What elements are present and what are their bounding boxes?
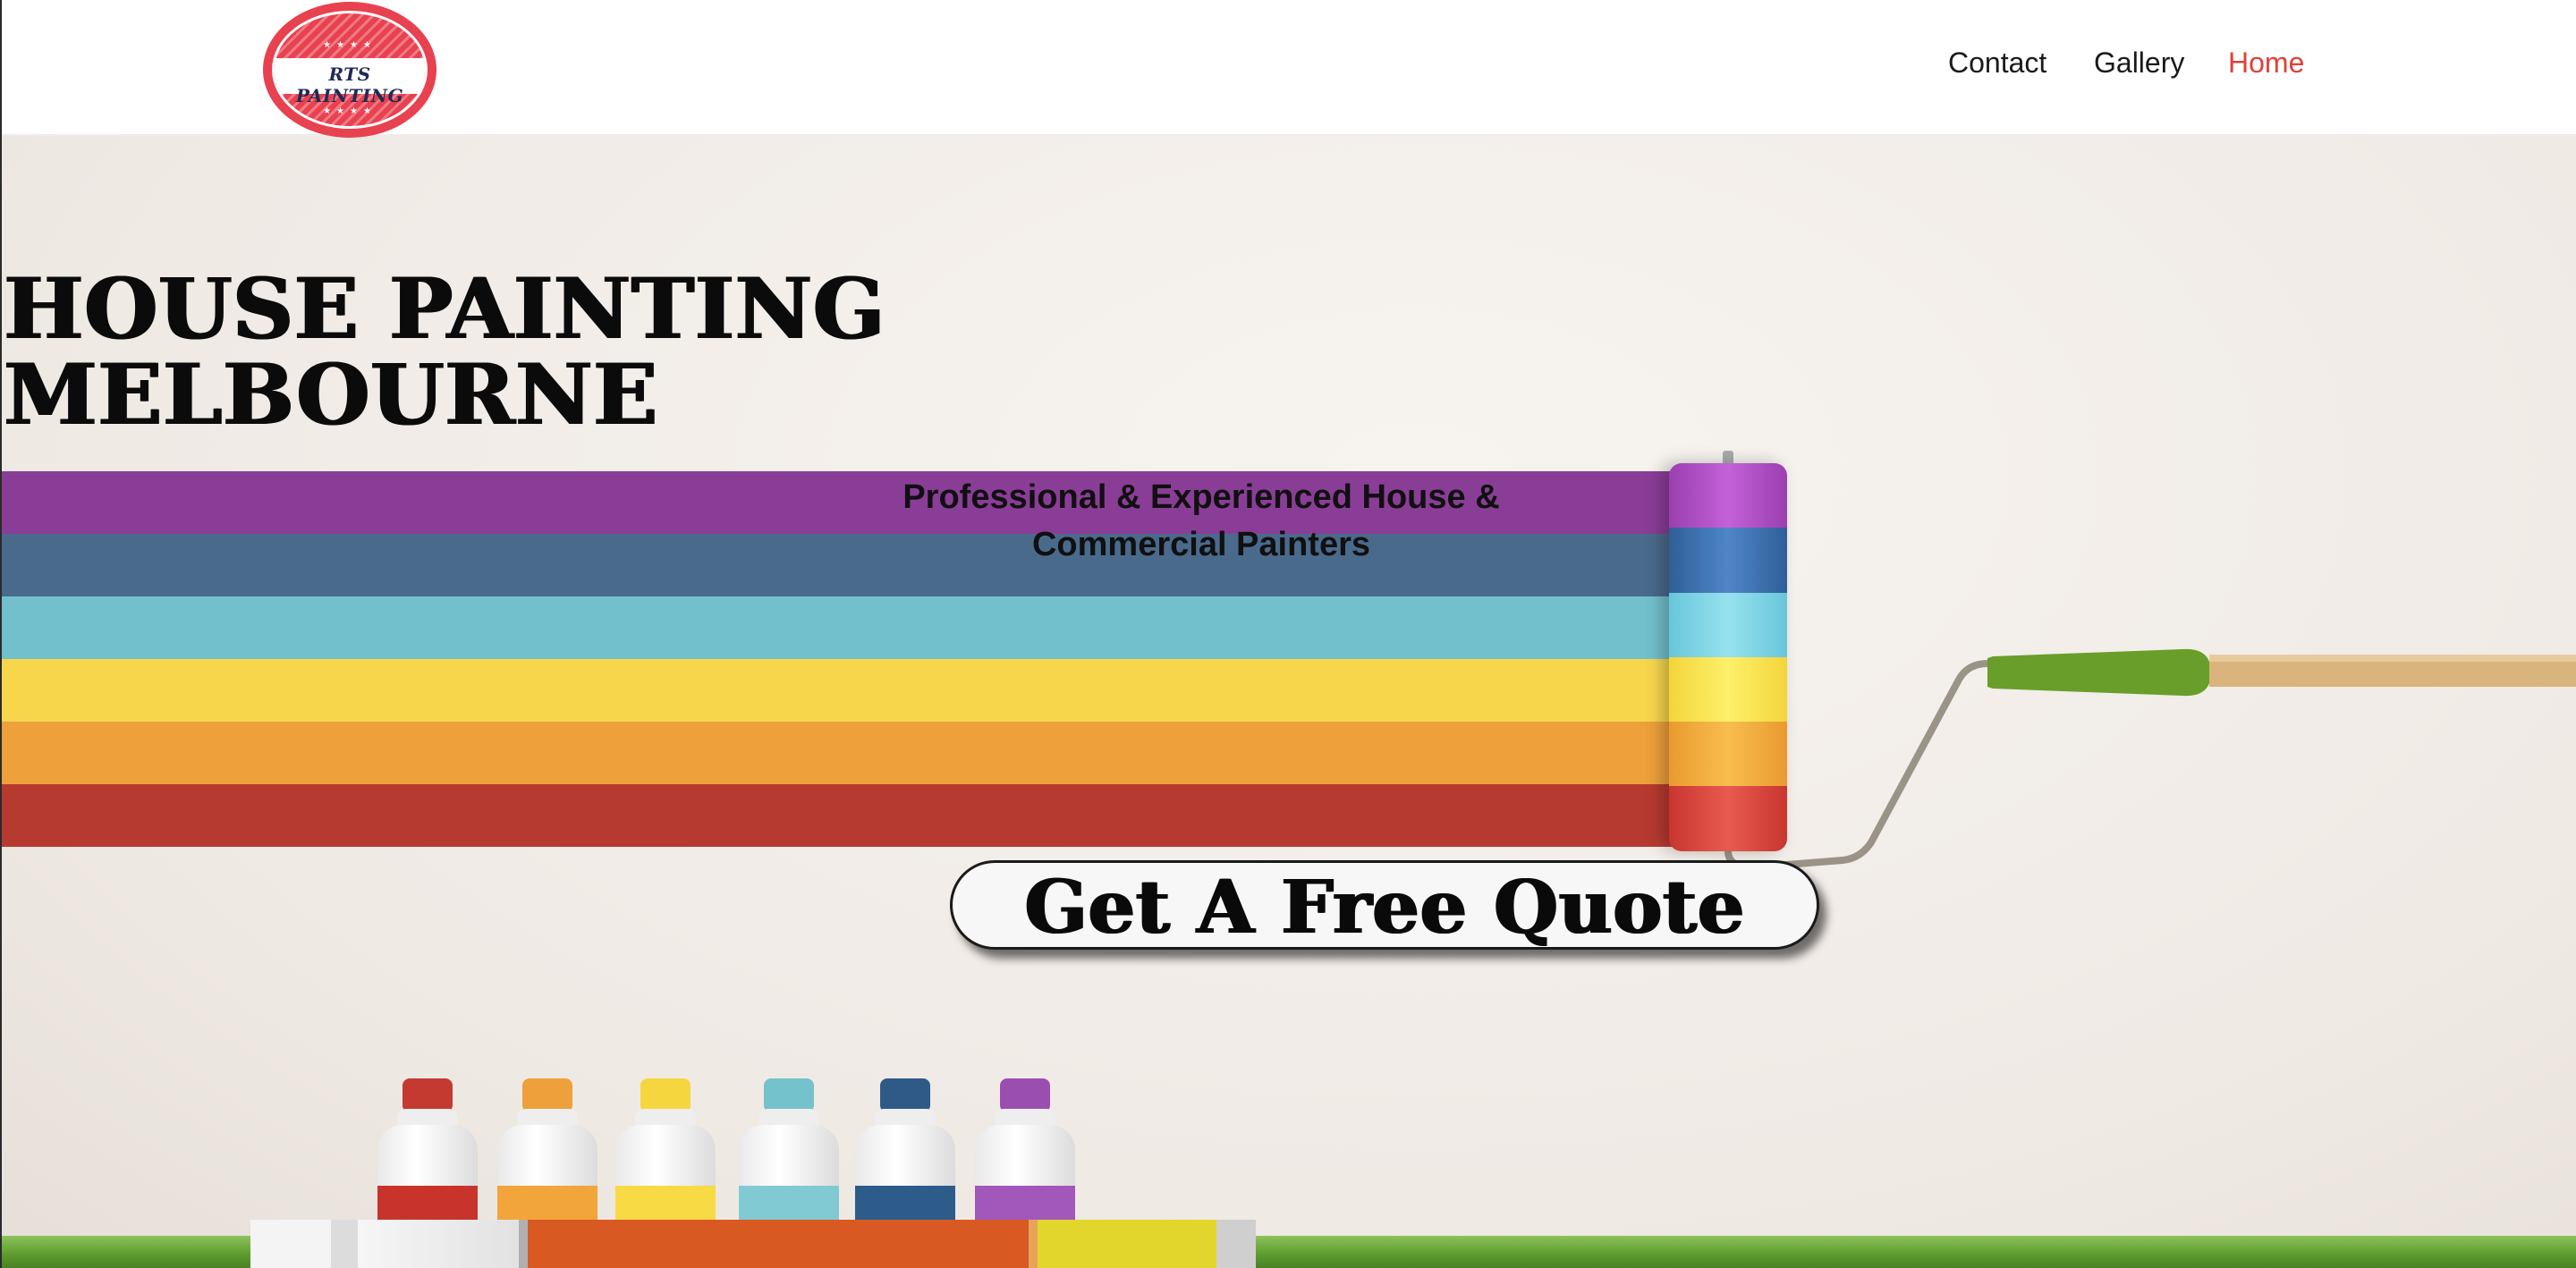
nav-link-home[interactable]: Home <box>2228 46 2304 80</box>
logo-text: RTS PAINTING <box>295 63 404 106</box>
hero-title-line1: HOUSE PAINTING <box>4 260 886 359</box>
window-edge <box>0 0 2 1268</box>
hero-title: HOUSE PAINTING MELBOURNE <box>4 266 886 438</box>
rts-painting-logo[interactable]: ★★★★ RTS PAINTING ★★★★ <box>263 2 436 138</box>
paint-roller-illustration <box>1669 463 1787 851</box>
nav-link-gallery[interactable]: Gallery <box>2094 46 2184 80</box>
site-header: ★★★★ RTS PAINTING ★★★★ Contact Gallery H… <box>0 0 2576 138</box>
hero-subtitle-line2: Commercial Painters <box>1031 526 1371 563</box>
logo-stars-icon: ★★★★ <box>323 40 377 50</box>
get-free-quote-label: Get A Free Quote <box>1024 865 1745 951</box>
get-free-quote-button[interactable]: Get A Free Quote <box>950 860 1819 951</box>
hero-section: HOUSE PAINTING MELBOURNE Professional & … <box>0 136 2576 1268</box>
gallery-preview-strip <box>250 1220 1256 1268</box>
hero-subtitle: Professional & Experienced House & Comme… <box>841 474 1562 569</box>
logo-stars-icon: ★★★★ <box>323 106 377 116</box>
logo-emblem: ★★★★ RTS PAINTING ★★★★ <box>272 11 428 129</box>
nav-link-contact[interactable]: Contact <box>1948 46 2046 80</box>
hero-title-line2: MELBOURNE <box>4 346 658 444</box>
hero-subtitle-line1: Professional & Experienced House & <box>902 478 1500 516</box>
